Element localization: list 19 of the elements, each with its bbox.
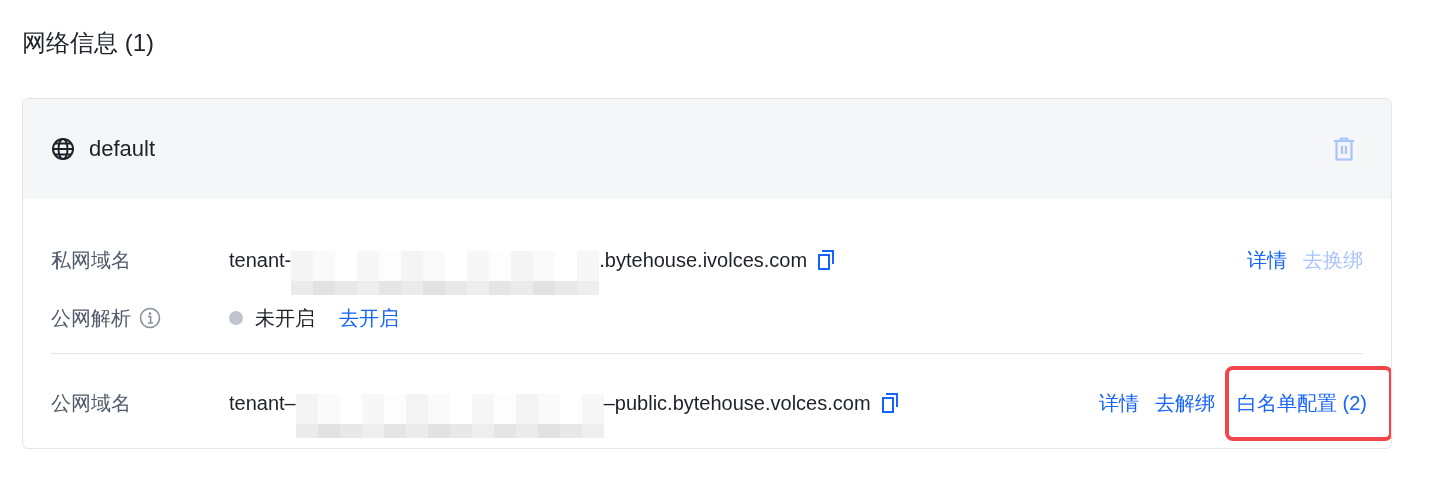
network-name: default [89, 136, 156, 162]
action-link[interactable]: 详情 [1247, 246, 1287, 274]
field-label: 公网域名 [51, 390, 132, 416]
copy-icon[interactable] [880, 393, 899, 413]
action-link[interactable]: 白名单配置 (2) [1237, 389, 1367, 417]
enable-link[interactable]: 去开启 [339, 304, 399, 332]
field-label: 公网解析 [51, 305, 131, 331]
domain-prefix: tenant- [229, 248, 292, 272]
domain-prefix: tenant– [229, 391, 296, 415]
copy-icon[interactable] [817, 250, 836, 270]
section-title: 网络信息 (1) [22, 28, 154, 58]
status-text: 未开启 [255, 305, 315, 331]
globe-icon [51, 137, 75, 161]
field-label: 私网域名 [51, 247, 132, 273]
domain-suffix: –public.bytehouse.volces.com [603, 391, 871, 415]
info-icon[interactable] [139, 307, 161, 329]
action-link[interactable]: 去解绑 [1155, 389, 1215, 417]
domain-suffix: .bytehouse.ivolces.com [599, 248, 808, 272]
action-link[interactable]: 详情 [1099, 389, 1139, 417]
